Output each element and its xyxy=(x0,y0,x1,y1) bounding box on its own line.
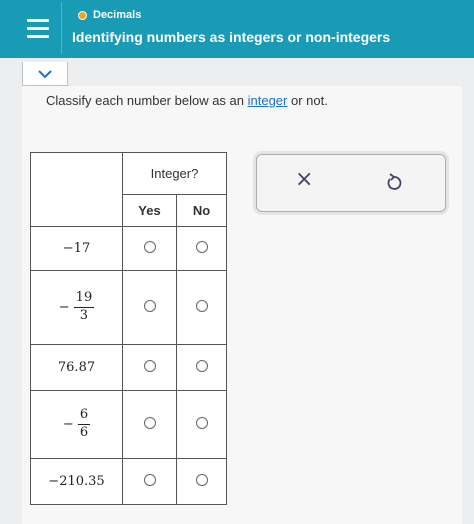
radio-no[interactable] xyxy=(195,299,208,312)
radio-yes[interactable] xyxy=(143,473,156,486)
row-label: − 6 6 xyxy=(30,390,123,459)
topic-label: Decimals xyxy=(78,9,141,21)
radio-yes[interactable] xyxy=(143,416,156,429)
radio-no[interactable] xyxy=(195,416,208,429)
chevron-down-icon xyxy=(38,69,52,78)
radio-yes[interactable] xyxy=(143,299,156,312)
close-icon[interactable]: × xyxy=(295,169,313,191)
integer-link[interactable]: integer xyxy=(248,93,288,108)
fraction: − 19 3 xyxy=(58,290,95,323)
collapse-button[interactable] xyxy=(22,62,68,86)
row-label: − 19 3 xyxy=(30,270,123,345)
row-label: 76.87 xyxy=(30,344,123,391)
page-title: Identifying numbers as integers or non-i… xyxy=(72,29,391,45)
radio-no[interactable] xyxy=(195,359,208,372)
row-label: −17 xyxy=(30,226,123,271)
table-row: −210.35 xyxy=(30,458,227,505)
group-header: Integer? xyxy=(122,152,227,195)
radio-yes[interactable] xyxy=(143,359,156,372)
table-row: − 19 3 xyxy=(30,270,227,345)
answer-tools: × xyxy=(256,154,446,212)
undo-icon[interactable] xyxy=(385,172,403,192)
header-bar: Decimals Identifying numbers as integers… xyxy=(0,0,474,58)
radio-yes[interactable] xyxy=(143,240,156,253)
menu-icon xyxy=(26,18,49,22)
row-label: −210.35 xyxy=(30,458,123,505)
column-header-yes: Yes xyxy=(122,194,177,227)
column-header-no: No xyxy=(176,194,227,227)
table-row: 76.87 xyxy=(30,344,227,391)
fraction: − 6 6 xyxy=(62,407,91,440)
question-text: Classify each number below as an integer… xyxy=(46,93,328,108)
table-row: −17 xyxy=(30,226,227,271)
topic-text: Decimals xyxy=(93,9,142,21)
menu-button[interactable] xyxy=(14,2,62,54)
topic-status-icon xyxy=(78,10,87,20)
table-row: − 6 6 xyxy=(30,390,227,459)
corner-cell xyxy=(30,152,123,227)
radio-no[interactable] xyxy=(195,240,208,253)
radio-no[interactable] xyxy=(195,473,208,486)
classification-table: Integer? Yes No −17 − 19 3 76.87 − 6 6 −… xyxy=(30,152,227,505)
